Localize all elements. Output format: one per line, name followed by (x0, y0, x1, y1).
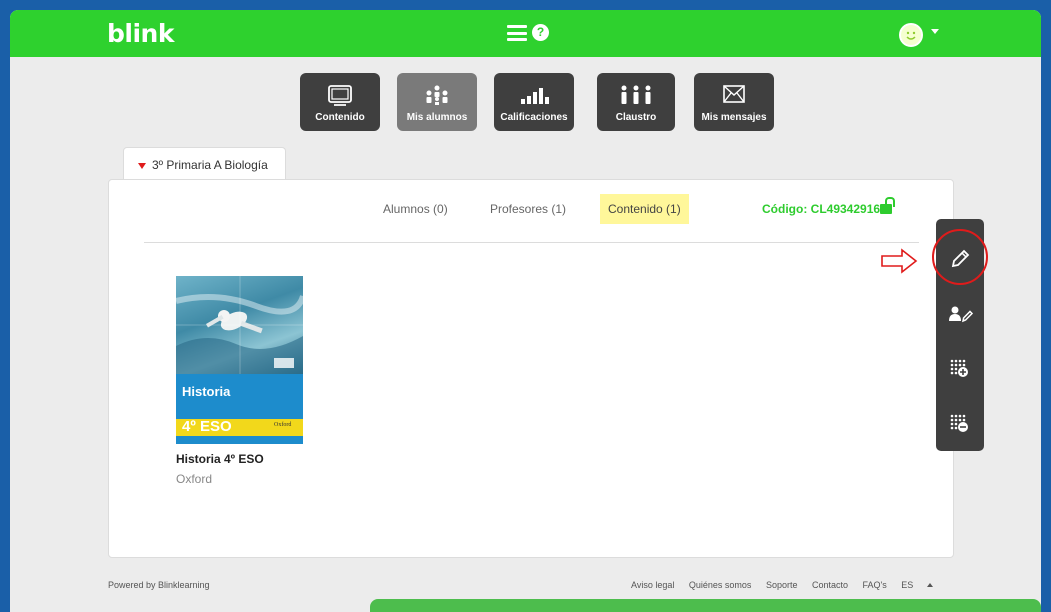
chevron-up-icon (927, 583, 934, 587)
tab-contenido[interactable]: Contenido (1) (600, 194, 689, 224)
footer-link-soporte[interactable]: Soporte (766, 580, 798, 590)
subtabs: Alumnos (0) Profesores (1) Contenido (1)… (109, 194, 953, 224)
nav-mis-alumnos-button[interactable]: Mis alumnos (397, 73, 477, 131)
cover-image (176, 276, 303, 374)
add-grid-button[interactable] (936, 349, 984, 389)
nav-calificaciones-label: Calificaciones (500, 112, 568, 123)
blink-logo[interactable]: blink (107, 19, 174, 48)
book-cover[interactable]: Historia 4º ESO Oxford (176, 276, 303, 444)
footer-link-faqs[interactable]: FAQ's (863, 580, 887, 590)
annotation-highlight-circle (932, 229, 988, 285)
book-title[interactable]: Historia 4º ESO (176, 452, 264, 466)
unlock-icon[interactable] (880, 197, 895, 214)
nav-mis-alumnos-label: Mis alumnos (406, 112, 468, 123)
footer: Powered by Blinklearning Aviso legal Qui… (10, 578, 1041, 598)
language-label: ES (901, 580, 914, 590)
book-publisher: Oxford (176, 472, 213, 486)
edit-users-icon (949, 306, 974, 323)
language-selector[interactable]: ES (901, 580, 934, 590)
powered-by: Powered by Blinklearning (108, 580, 210, 590)
tab-profesores[interactable]: Profesores (1) (490, 194, 566, 224)
nav-contenido-label: Contenido (315, 112, 365, 123)
class-code: Código: CL49342916 (762, 202, 881, 216)
nav-mis-mensajes-label: Mis mensajes (701, 112, 767, 123)
nav-claustro-label: Claustro (615, 112, 657, 123)
cover-level: 4º ESO (182, 418, 232, 435)
footer-link-aviso-legal[interactable]: Aviso legal (631, 580, 674, 590)
divider (144, 242, 919, 243)
smiley-icon (906, 31, 916, 40)
nav-claustro-button[interactable]: Claustro (597, 73, 675, 131)
help-icon[interactable]: ? (532, 24, 549, 41)
annotation-arrow-icon (881, 248, 918, 274)
avatar[interactable] (899, 23, 923, 47)
add-grid-icon (950, 359, 968, 377)
class-tab[interactable]: 3º Primaria A Biología (123, 147, 286, 180)
footer-link-quienes-somos[interactable]: Quiénes somos (689, 580, 752, 590)
cover-publisher: Oxford (274, 422, 292, 428)
content-icon (328, 85, 352, 106)
staff-icon (621, 85, 651, 104)
footer-links: Aviso legal Quiénes somos Soporte Contac… (631, 580, 945, 590)
mail-icon (723, 85, 745, 103)
edit-users-button[interactable] (936, 294, 984, 334)
nav-contenido-button[interactable]: Contenido (300, 73, 380, 131)
bottom-green-bar (370, 599, 1041, 612)
students-icon (426, 85, 448, 105)
class-tab-label: 3º Primaria A Biología (152, 158, 268, 172)
caret-down-icon (138, 163, 146, 169)
chevron-down-icon[interactable] (931, 29, 939, 34)
app-window: blink ? Contenido Mis alumnos Calificaci… (10, 10, 1041, 612)
footer-link-contacto[interactable]: Contacto (812, 580, 848, 590)
class-content-panel: Alumnos (0) Profesores (1) Contenido (1)… (108, 179, 954, 558)
remove-grid-button[interactable] (936, 404, 984, 444)
cover-title: Historia (182, 384, 231, 399)
grades-icon (521, 88, 549, 104)
nav-calificaciones-button[interactable]: Calificaciones (494, 73, 574, 131)
tab-alumnos[interactable]: Alumnos (0) (383, 194, 448, 224)
nav-mis-mensajes-button[interactable]: Mis mensajes (694, 73, 774, 131)
top-bar: blink ? (10, 10, 1041, 57)
astronaut-illustration (176, 276, 303, 374)
remove-grid-icon (950, 414, 968, 432)
menu-icon[interactable] (507, 25, 527, 41)
